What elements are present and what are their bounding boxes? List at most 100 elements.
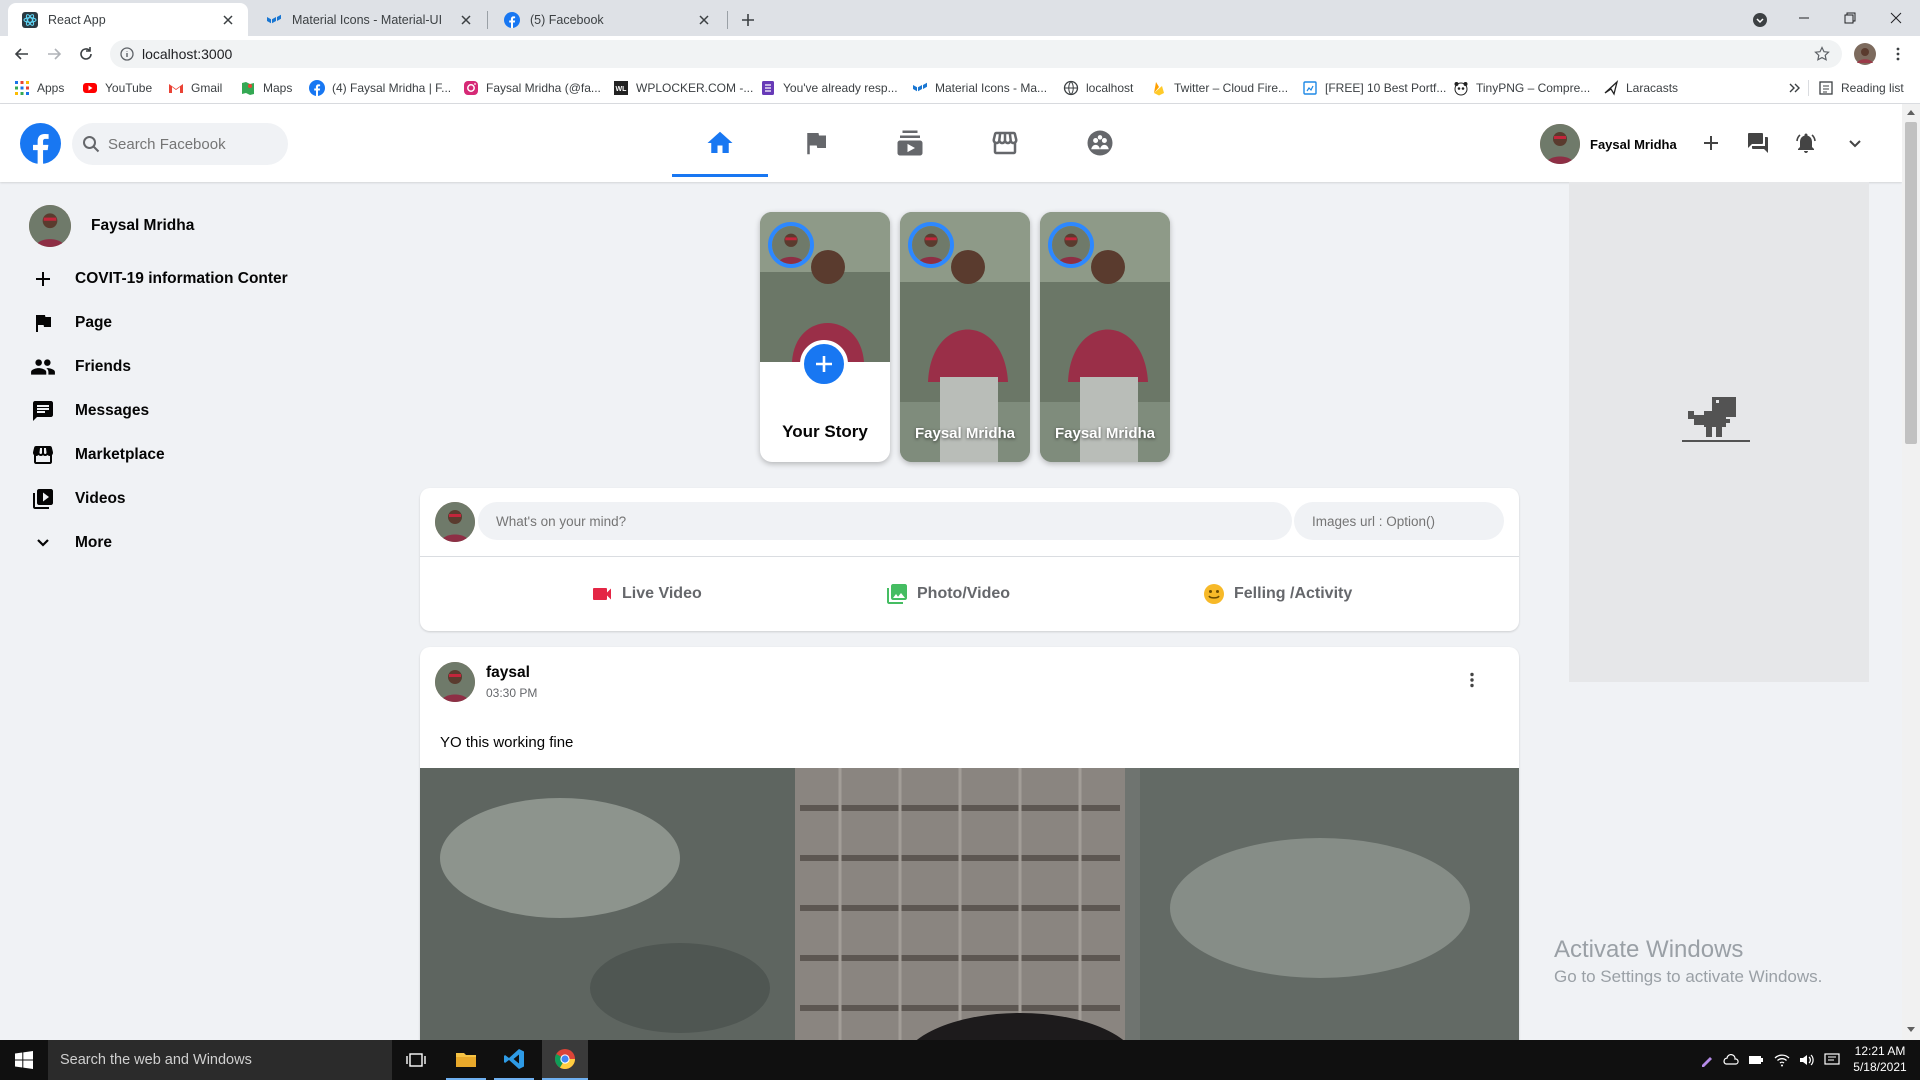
wifi-icon[interactable] [1774,1053,1790,1067]
minimize-button[interactable] [1790,4,1818,32]
bookmarks-overflow-button[interactable] [1786,72,1809,104]
apps-grid-icon [15,81,29,95]
browser-tab-facebook[interactable]: (5) Facebook [490,3,724,36]
right-panel [1569,182,1869,682]
bookmark-gmail[interactable]: Gmail [168,72,222,104]
reload-button[interactable] [74,42,98,66]
nav-tab-pages[interactable] [768,112,864,174]
windows-taskbar: Search the web and Windows 12:21 AM 5/18… [0,1040,1920,1080]
restore-button[interactable] [1836,4,1864,32]
nav-tab-home[interactable] [672,112,768,177]
tab-search-button[interactable] [1748,8,1772,32]
bookmark-youtube[interactable]: YouTube [82,72,152,104]
chrome-menu-button[interactable] [1886,42,1910,66]
back-button[interactable] [10,42,34,66]
scrollbar-thumb[interactable] [1905,122,1917,444]
tab-title: React App [48,12,106,27]
facebook-search[interactable] [72,123,288,165]
page-scrollbar[interactable] [1902,104,1920,1040]
battery-icon[interactable] [1748,1055,1764,1065]
bookmark-maps[interactable]: Maps [240,72,292,104]
watermark-title: Activate Windows [1554,936,1744,963]
taskbar-chrome[interactable] [542,1040,588,1080]
sidebar-item-label: COVIT-19 information Conter [75,270,288,287]
pen-icon[interactable] [1700,1053,1714,1067]
bookmark-laracasts[interactable]: Laracasts [1603,72,1678,104]
account-menu-button[interactable] [1840,128,1870,158]
facebook-logo-icon[interactable] [20,123,61,164]
sidebar-item-covid[interactable]: COVIT-19 information Conter [0,259,288,299]
window-close-button[interactable] [1882,4,1910,32]
bookmark-firebase[interactable]: Twitter – Cloud Fire... [1151,72,1288,104]
nav-tab-watch[interactable] [862,112,958,174]
bookmark-label: (4) Faysal Mridha | F... [332,81,452,95]
onedrive-icon[interactable] [1723,1054,1739,1066]
bookmark-apps[interactable]: Apps [14,72,64,104]
task-view-button[interactable] [400,1040,432,1080]
search-input[interactable] [108,135,268,153]
add-story-button[interactable] [800,340,848,388]
bookmark-instagram[interactable]: Faysal Mridha (@fa... [463,72,601,104]
bookmark-tinypng[interactable]: TinyPNG – Compre... [1453,72,1590,104]
close-icon[interactable] [220,12,236,28]
avatar[interactable] [435,662,475,702]
start-button[interactable] [0,1040,48,1080]
forward-button[interactable] [42,42,66,66]
sidebar-item-page[interactable]: Page [0,303,112,343]
close-icon[interactable] [458,12,474,28]
star-icon[interactable] [1814,46,1830,62]
create-button[interactable] [1696,128,1726,158]
post-message-input[interactable] [478,502,1292,540]
sidebar-item-profile[interactable]: Faysal Mridha [0,205,194,247]
scroll-down-icon[interactable] [1906,1026,1916,1034]
live-video-button[interactable]: Live Video [590,582,702,606]
system-tray [1700,1040,1840,1080]
image-url-input[interactable] [1294,502,1504,540]
story-card-your-story[interactable]: Your Story [760,212,890,462]
sidebar-item-videos[interactable]: Videos [0,479,126,519]
story-name: Faysal Mridha [914,425,1016,442]
bookmark-localhost[interactable]: localhost [1063,72,1133,104]
messenger-button[interactable] [1743,128,1773,158]
bookmark-facebook[interactable]: (4) Faysal Mridha | F... [309,72,451,104]
action-label: Felling /Activity [1234,585,1353,602]
sidebar-item-more[interactable]: More [0,523,112,563]
profile-avatar[interactable] [1852,41,1878,67]
bookmark-forms[interactable]: You've already resp... [760,72,898,104]
nav-tab-groups[interactable] [1052,112,1148,174]
taskbar-file-explorer[interactable] [446,1040,486,1080]
sidebar-item-friends[interactable]: Friends [0,347,131,387]
video-library-icon [30,486,56,512]
bookmark-material-icons[interactable]: Material Icons - Ma... [912,72,1047,104]
volume-icon[interactable] [1799,1053,1815,1067]
header-profile[interactable]: Faysal Mridha [1540,123,1677,165]
post-author[interactable]: faysal [486,664,530,682]
nav-tab-marketplace[interactable] [957,112,1053,174]
bookmark-portfolio[interactable]: [FREE] 10 Best Portf... [1302,72,1446,104]
feeling-activity-button[interactable]: Felling /Activity [1202,582,1352,606]
new-tab-button[interactable] [736,8,760,32]
story-card[interactable]: Faysal Mridha [900,212,1030,462]
chevron-down-icon [1753,13,1767,27]
sidebar-item-messages[interactable]: Messages [0,391,149,431]
material-ui-icon [267,14,281,23]
address-bar[interactable]: localhost:3000 [110,40,1842,68]
photo-video-button[interactable]: Photo/Video [885,582,1010,606]
avatar [29,205,71,247]
taskbar-clock[interactable]: 12:21 AM 5/18/2021 [1842,1043,1918,1075]
scroll-up-icon[interactable] [1906,108,1916,116]
browser-tab-react-app[interactable]: React App [8,3,248,36]
close-icon[interactable] [696,12,712,28]
taskbar-vscode[interactable] [494,1040,534,1080]
post-options-button[interactable] [1456,664,1488,696]
sidebar-item-label: More [75,534,113,551]
bookmark-wplocker[interactable]: WL WPLOCKER.COM -... [613,72,753,104]
reading-list-button[interactable]: Reading list [1818,72,1904,104]
taskbar-search[interactable]: Search the web and Windows [48,1040,392,1080]
sidebar-item-marketplace[interactable]: Marketplace [0,435,165,475]
notifications-active-icon [1796,133,1816,153]
action-center-icon[interactable] [1824,1053,1840,1067]
story-card[interactable]: Faysal Mridha [1040,212,1170,462]
browser-tab-material-icons[interactable]: Material Icons - Material-UI [252,3,486,36]
notifications-button[interactable] [1791,128,1821,158]
